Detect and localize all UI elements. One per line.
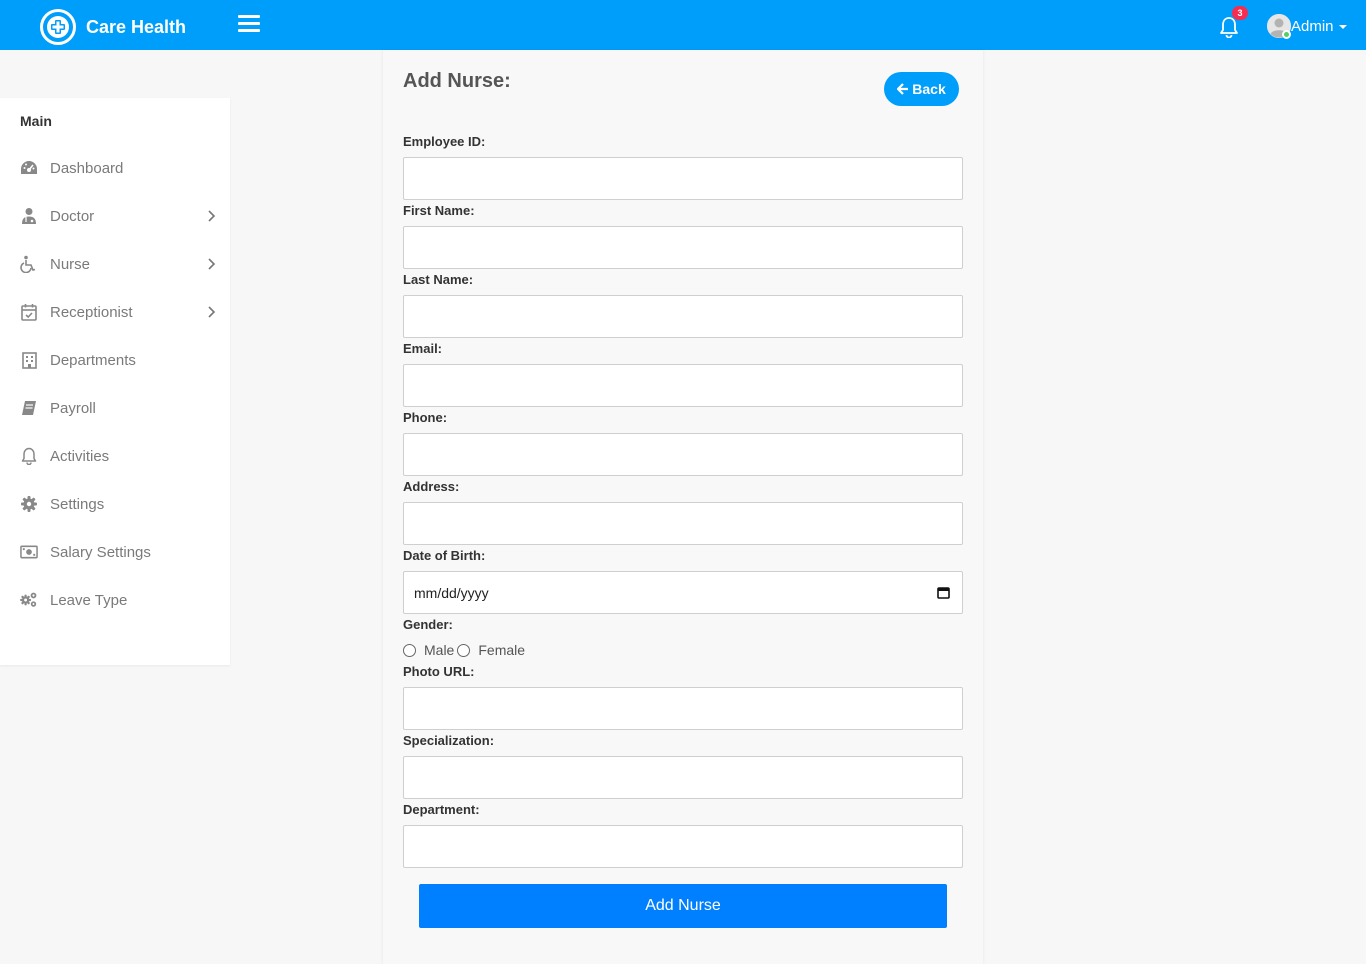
address-input[interactable] [403,502,963,545]
calendar-check-icon [20,303,38,321]
sidebar-item-label: Doctor [50,207,95,225]
add-nurse-card: Add Nurse: Back Employee ID: First Name:… [383,50,983,964]
phone-label: Phone: [403,410,448,425]
dob-placeholder: mm/dd/yyyy [414,584,489,601]
notification-count-badge: 3 [1232,6,1248,20]
sidebar-section-title: Main [20,113,52,129]
sidebar-item-label: Salary Settings [50,543,151,561]
photo-url-input[interactable] [403,687,963,730]
menu-toggle-icon[interactable] [238,15,260,35]
employee-id-input[interactable] [403,157,963,200]
department-input[interactable] [403,825,963,868]
chevron-right-icon [208,306,216,318]
employee-id-label: Employee ID: [403,134,486,149]
user-name: Admin [1291,17,1334,35]
gender-male-radio[interactable] [403,643,416,657]
sidebar-item-label: Departments [50,351,136,369]
avatar [1267,14,1291,39]
chevron-down-icon [1338,25,1347,29]
hospital-icon [20,351,38,369]
gender-label: Gender: [403,617,453,632]
arrow-left-icon [897,83,909,95]
calendar-icon[interactable] [937,586,950,599]
sidebar-item-departments[interactable]: Departments [0,342,230,378]
page-title: Add Nurse: [403,70,511,92]
back-button[interactable]: Back [884,72,959,106]
brand[interactable]: Care Health [40,9,186,45]
photo-url-label: Photo URL: [403,664,475,679]
gender-female-label: Female [478,642,526,658]
dob-label: Date of Birth: [403,548,486,563]
gender-female-radio[interactable] [457,643,471,657]
email-input[interactable] [403,364,963,407]
add-nurse-button[interactable]: Add Nurse [419,884,947,928]
first-name-label: First Name: [403,203,475,218]
chevron-right-icon [208,258,216,270]
online-status-dot [1282,30,1291,39]
sidebar-item-label: Activities [50,447,110,465]
specialization-input[interactable] [403,756,963,799]
phone-input[interactable] [403,433,963,476]
sidebar-item-nurse[interactable]: Nurse [0,246,230,282]
sidebar-item-label: Payroll [50,399,96,417]
sidebar-item-salary-settings[interactable]: Salary Settings [0,534,230,570]
gear-icon [20,495,38,513]
sidebar-item-label: Nurse [50,255,91,273]
brand-logo-icon [40,9,76,45]
sidebar-item-activities[interactable]: Activities [0,438,230,474]
sidebar: Main Dashboard Doctor Nurse Receptionist… [0,98,230,665]
last-name-label: Last Name: [403,272,474,287]
sidebar-item-leave-type[interactable]: Leave Type [0,582,230,618]
gender-radio-group: Male Female [403,642,528,658]
dashboard-icon [20,159,38,177]
sidebar-item-receptionist[interactable]: Receptionist [0,294,230,330]
brand-name: Care Health [86,16,187,37]
money-bill-icon [20,543,38,561]
top-header: Care Health 3 Admin [0,0,1366,50]
sidebar-item-label: Leave Type [50,591,128,609]
first-name-input[interactable] [403,226,963,269]
sidebar-item-label: Dashboard [50,159,124,177]
wheelchair-icon [20,255,38,273]
sidebar-item-label: Receptionist [50,303,133,321]
user-menu[interactable]: Admin [1267,13,1347,39]
back-button-label: Back [912,81,946,97]
gears-icon [20,591,38,609]
gender-male-label: Male [424,642,455,658]
sidebar-item-label: Settings [50,495,105,513]
chevron-right-icon [208,210,216,222]
last-name-input[interactable] [403,295,963,338]
sidebar-item-payroll[interactable]: Payroll [0,390,230,426]
address-label: Address: [403,479,460,494]
sidebar-item-doctor[interactable]: Doctor [0,198,230,234]
specialization-label: Specialization: [403,733,495,748]
sidebar-item-settings[interactable]: Settings [0,486,230,522]
sidebar-item-dashboard[interactable]: Dashboard [0,150,230,186]
email-label: Email: [403,341,443,356]
dob-input[interactable]: mm/dd/yyyy [403,571,963,614]
book-icon [20,399,38,417]
department-label: Department: [403,802,480,817]
bell-icon [20,447,38,465]
doctor-icon [20,207,38,225]
